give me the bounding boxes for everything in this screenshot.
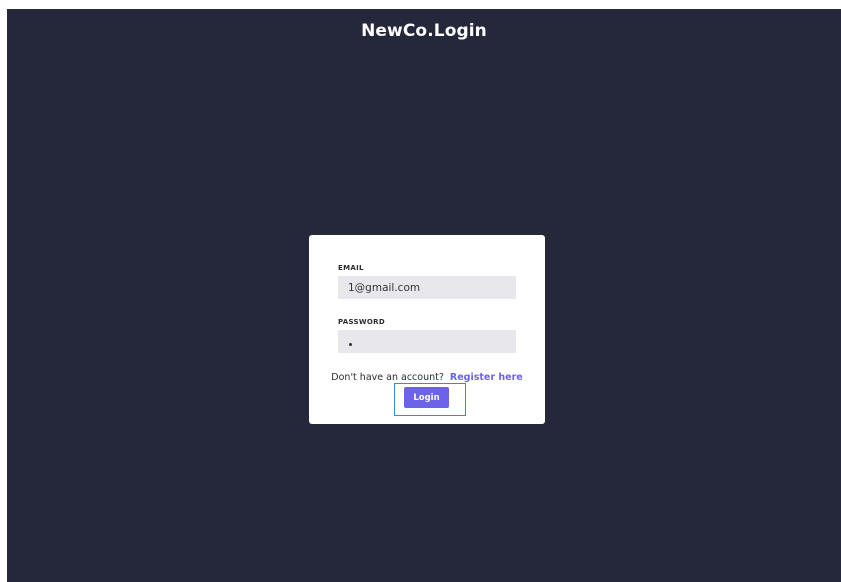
register-link[interactable]: Register here [450,372,523,383]
password-label: PASSWORD [338,318,385,326]
register-prompt: Don't have an account? [331,372,444,383]
password-input[interactable] [338,330,516,353]
login-card: EMAIL PASSWORD • Don't have an account? … [309,235,545,424]
app-window: NewCo.Login EMAIL PASSWORD • Don't have … [7,9,841,582]
password-mask-dot [349,343,352,346]
register-row: Don't have an account? Register here [309,372,545,383]
email-label: EMAIL [338,264,364,272]
app-title: NewCo.Login [361,21,487,41]
login-button[interactable]: Login [404,387,449,408]
email-input[interactable] [338,276,516,299]
